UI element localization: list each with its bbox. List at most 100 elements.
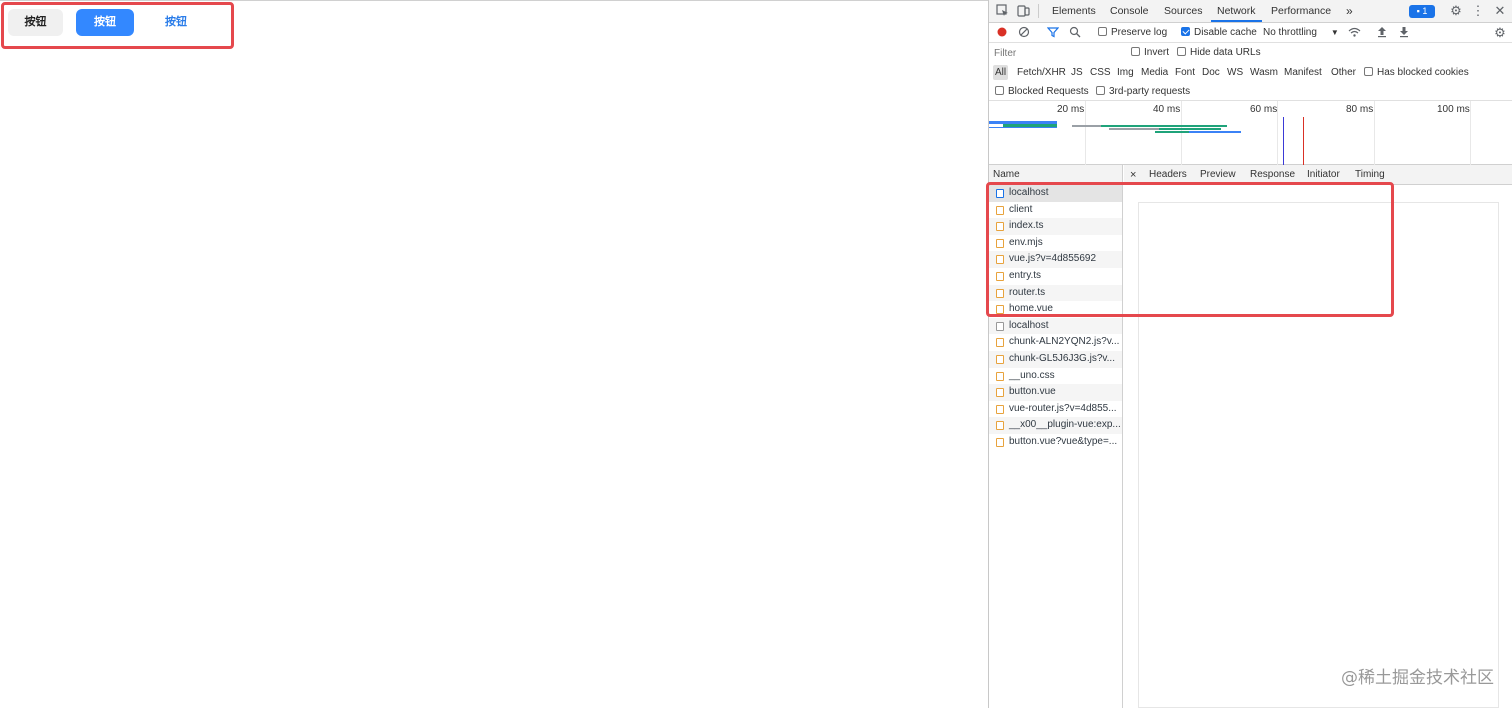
type-filter-img[interactable]: Img bbox=[1115, 65, 1136, 80]
request-name: entry.ts bbox=[1009, 269, 1042, 281]
watermark: @稀土掘金技术社区 bbox=[1341, 668, 1494, 688]
type-filter-js[interactable]: JS bbox=[1069, 65, 1085, 80]
request-row[interactable]: env.mjs bbox=[989, 235, 1122, 252]
hide-data-urls-checkbox[interactable]: Hide data URLs bbox=[1177, 43, 1261, 63]
request-row[interactable]: entry.ts bbox=[989, 268, 1122, 285]
network-settings-gear-icon[interactable]: ⚙ bbox=[1493, 26, 1507, 40]
checkbox-icon bbox=[995, 86, 1004, 95]
filter-input[interactable] bbox=[994, 46, 1124, 61]
type-filter-doc[interactable]: Doc bbox=[1200, 65, 1222, 80]
type-filter-other[interactable]: Other bbox=[1329, 65, 1358, 80]
devtools-panel: Elements Console Sources Network Perform… bbox=[988, 0, 1512, 708]
script-file-icon bbox=[996, 288, 1004, 298]
request-row[interactable]: button.vue?vue&type=... bbox=[989, 434, 1122, 451]
tab-performance[interactable]: Performance bbox=[1271, 0, 1331, 22]
preserve-log-checkbox[interactable]: Preserve log bbox=[1098, 23, 1167, 43]
type-filter-font[interactable]: Font bbox=[1173, 65, 1197, 80]
search-icon[interactable] bbox=[1068, 26, 1082, 40]
name-column-header[interactable]: Name bbox=[989, 165, 1122, 185]
request-row[interactable]: __x00__plugin-vue:exp... bbox=[989, 417, 1122, 434]
timeline-bar bbox=[1101, 125, 1151, 127]
script-file-icon bbox=[996, 338, 1004, 348]
request-row[interactable]: client bbox=[989, 202, 1122, 219]
detail-tab-bar: × Headers Preview Response Initiator Tim… bbox=[1124, 165, 1512, 185]
default-button[interactable]: 按钮 bbox=[8, 9, 63, 36]
has-blocked-cookies-checkbox[interactable]: Has blocked cookies bbox=[1364, 63, 1469, 83]
page-viewport: 按钮 按钮 按钮 bbox=[0, 0, 988, 708]
request-name: localhost bbox=[1009, 319, 1049, 331]
tab-timing[interactable]: Timing bbox=[1355, 165, 1385, 185]
more-tabs-chevron[interactable]: » bbox=[1346, 0, 1353, 22]
dom-content-loaded-marker bbox=[1283, 117, 1284, 165]
request-name: chunk-ALN2YQN2.js?v... bbox=[1009, 336, 1120, 348]
record-icon[interactable] bbox=[995, 26, 1009, 40]
request-row[interactable]: chunk-ALN2YQN2.js?v... bbox=[989, 334, 1122, 351]
disable-cache-checkbox[interactable]: Disable cache bbox=[1181, 23, 1257, 43]
tab-elements[interactable]: Elements bbox=[1052, 0, 1096, 22]
timeline-bar bbox=[1189, 131, 1241, 133]
script-file-icon bbox=[996, 421, 1004, 431]
request-name: router.ts bbox=[1009, 286, 1046, 298]
request-row[interactable]: __uno.css bbox=[989, 368, 1122, 385]
type-filter-ws[interactable]: WS bbox=[1225, 65, 1245, 80]
network-toolbar: Preserve log Disable cache No throttling… bbox=[989, 23, 1512, 43]
type-filter-media[interactable]: Media bbox=[1139, 65, 1170, 80]
tab-console[interactable]: Console bbox=[1110, 0, 1149, 22]
type-filter-all[interactable]: All bbox=[993, 65, 1009, 80]
load-event-marker bbox=[1303, 117, 1304, 165]
timeline-label: 20 ms bbox=[1057, 104, 1085, 115]
devtools-tab-bar: Elements Console Sources Network Perform… bbox=[989, 0, 1512, 23]
tab-sources[interactable]: Sources bbox=[1164, 0, 1203, 22]
close-detail-icon[interactable]: × bbox=[1130, 165, 1136, 185]
checkbox-checked-icon bbox=[1181, 27, 1190, 36]
document-icon bbox=[996, 189, 1004, 198]
kebab-menu-icon[interactable]: ⋮ bbox=[1471, 4, 1485, 18]
request-row[interactable]: home.vue bbox=[989, 301, 1122, 318]
third-party-checkbox[interactable]: 3rd-party requests bbox=[1096, 82, 1190, 102]
invert-checkbox[interactable]: Invert bbox=[1131, 43, 1169, 63]
type-filter-manifest[interactable]: Manifest bbox=[1282, 65, 1324, 80]
script-file-icon bbox=[996, 271, 1004, 281]
request-row[interactable]: button.vue bbox=[989, 384, 1122, 401]
type-filter-css[interactable]: CSS bbox=[1088, 65, 1113, 80]
request-row[interactable]: vue-router.js?v=4d855... bbox=[989, 401, 1122, 418]
request-row[interactable]: localhost bbox=[989, 185, 1122, 202]
disable-cache-label: Disable cache bbox=[1194, 27, 1257, 38]
device-toolbar-icon[interactable] bbox=[1016, 4, 1030, 18]
gear-icon[interactable]: ⚙ bbox=[1449, 4, 1463, 18]
primary-button[interactable]: 按钮 bbox=[76, 9, 134, 36]
request-row[interactable]: router.ts bbox=[989, 284, 1122, 302]
checkbox-icon bbox=[1177, 47, 1186, 56]
text-button[interactable]: 按钮 bbox=[148, 9, 204, 36]
timeline-bar bbox=[1149, 125, 1227, 127]
request-name: button.vue?vue&type=... bbox=[1009, 435, 1118, 447]
tab-network[interactable]: Network bbox=[1211, 0, 1262, 22]
script-file-icon bbox=[996, 388, 1004, 398]
timeline-bar bbox=[989, 127, 1057, 128]
type-filter-wasm[interactable]: Wasm bbox=[1248, 65, 1280, 80]
network-conditions-icon[interactable] bbox=[1347, 26, 1361, 40]
request-row[interactable]: index.ts bbox=[989, 218, 1122, 235]
inspect-element-icon[interactable] bbox=[995, 4, 1009, 18]
tab-response[interactable]: Response bbox=[1250, 165, 1295, 185]
close-icon[interactable]: ✕ bbox=[1493, 4, 1507, 18]
request-row[interactable]: vue.js?v=4d855692 bbox=[989, 251, 1122, 268]
request-row[interactable]: localhost bbox=[989, 317, 1122, 335]
tab-headers[interactable]: Headers bbox=[1149, 165, 1187, 185]
tab-initiator[interactable]: Initiator bbox=[1307, 165, 1340, 185]
request-row[interactable]: chunk-GL5J6J3G.js?v... bbox=[989, 350, 1122, 368]
tab-preview[interactable]: Preview bbox=[1193, 165, 1243, 185]
clear-icon[interactable] bbox=[1017, 26, 1031, 40]
throttling-select[interactable]: No throttling ▼ bbox=[1263, 23, 1339, 43]
issues-badge[interactable]: ▪ 1 bbox=[1409, 5, 1435, 18]
upload-icon[interactable] bbox=[1375, 26, 1389, 40]
throttling-value: No throttling bbox=[1263, 27, 1317, 38]
download-icon[interactable] bbox=[1397, 26, 1411, 40]
type-filter-fetch-xhr[interactable]: Fetch/XHR bbox=[1015, 65, 1068, 80]
filter-icon[interactable] bbox=[1046, 26, 1060, 40]
script-file-icon bbox=[996, 238, 1004, 248]
blocked-requests-checkbox[interactable]: Blocked Requests bbox=[995, 82, 1089, 102]
timeline-gridline bbox=[1470, 101, 1471, 165]
resource-type-filters: All Fetch/XHR JS CSS Img Media Font Doc … bbox=[989, 63, 1512, 82]
script-file-icon bbox=[996, 437, 1004, 447]
